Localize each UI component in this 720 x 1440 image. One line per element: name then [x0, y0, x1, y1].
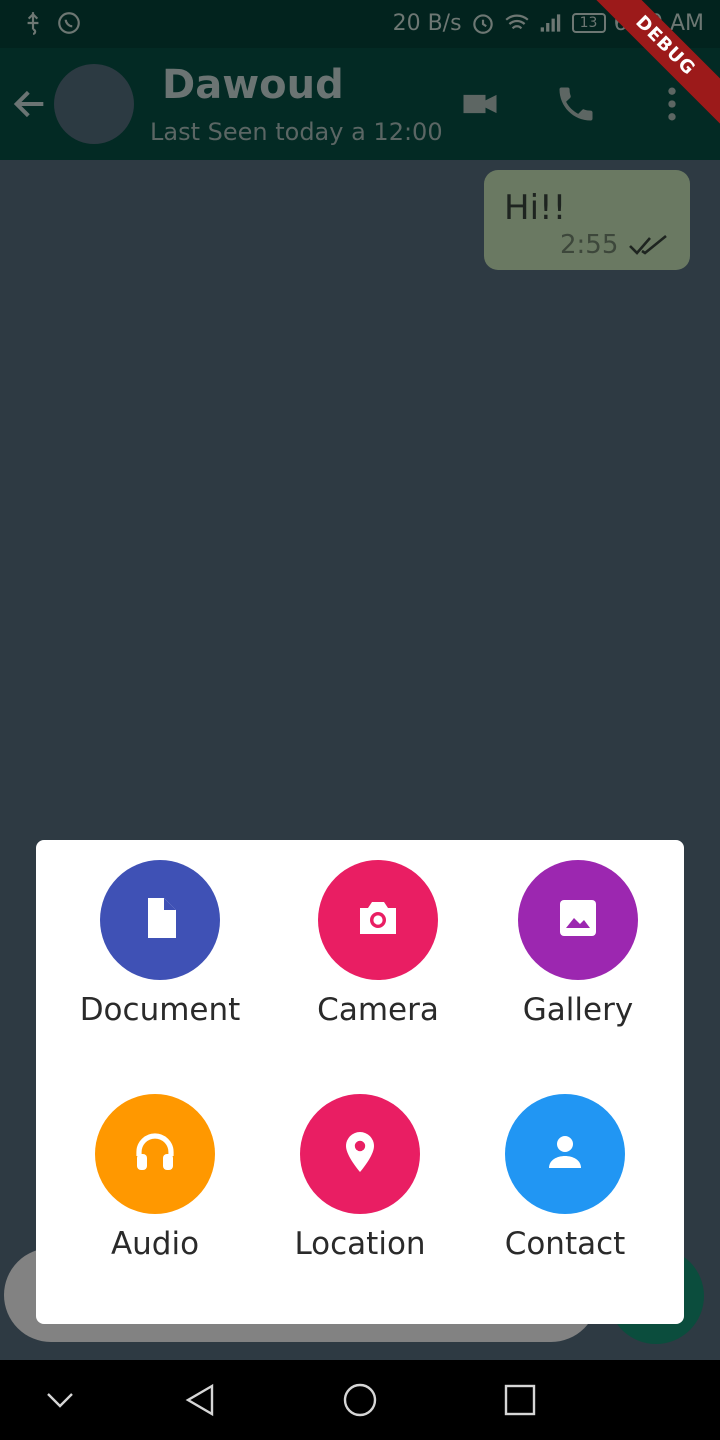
camera-icon	[354, 894, 402, 946]
alarm-icon	[470, 10, 496, 36]
message-time: 2:55	[560, 230, 619, 260]
phone-call-icon[interactable]	[554, 82, 598, 126]
contact-name[interactable]: Dawoud	[162, 62, 344, 108]
recents-square-icon[interactable]	[500, 1380, 540, 1420]
attach-camera-option[interactable]: Camera	[278, 860, 478, 1028]
camera-label: Camera	[317, 992, 439, 1028]
signal-icon	[538, 10, 564, 36]
double-check-icon	[628, 232, 668, 258]
contact-label: Contact	[504, 1226, 626, 1262]
back-arrow-icon[interactable]	[10, 84, 50, 124]
network-speed: 20 B/s	[392, 10, 462, 36]
chat-app-bar: Dawoud Last Seen today a 12:00	[0, 48, 720, 160]
attach-location-option[interactable]: Location	[260, 1094, 460, 1262]
location-circle[interactable]	[300, 1094, 420, 1214]
camera-circle[interactable]	[318, 860, 438, 980]
system-nav-bar	[0, 1360, 720, 1440]
audio-label: Audio	[110, 1226, 200, 1262]
gallery-icon	[554, 894, 602, 946]
gallery-circle[interactable]	[518, 860, 638, 980]
headphones-icon	[131, 1128, 179, 1180]
usb-icon	[20, 10, 46, 36]
audio-circle[interactable]	[95, 1094, 215, 1214]
avatar[interactable]	[54, 64, 134, 144]
attachment-sheet: Document Camera Gallery Audio Location C…	[36, 840, 684, 1324]
whatsapp-icon	[56, 10, 82, 36]
person-icon	[541, 1128, 589, 1180]
back-triangle-icon[interactable]	[180, 1380, 220, 1420]
gallery-label: Gallery	[522, 992, 634, 1028]
document-icon	[136, 894, 184, 946]
battery-indicator: 13	[571, 13, 606, 33]
attach-contact-option[interactable]: Contact	[465, 1094, 665, 1262]
message-bubble[interactable]: Hi!! 2:55	[484, 170, 690, 270]
home-circle-icon[interactable]	[340, 1380, 380, 1420]
location-pin-icon	[336, 1128, 384, 1180]
video-call-icon[interactable]	[458, 82, 502, 126]
last-seen-status: Last Seen today a 12:00	[150, 118, 443, 146]
attach-audio-option[interactable]: Audio	[55, 1094, 255, 1262]
attach-document-option[interactable]: Document	[60, 860, 260, 1028]
document-circle[interactable]	[100, 860, 220, 980]
contact-circle[interactable]	[505, 1094, 625, 1214]
chevron-down-icon[interactable]	[40, 1380, 80, 1420]
wifi-icon	[504, 10, 530, 36]
document-label: Document	[79, 992, 241, 1028]
message-text: Hi!!	[504, 188, 567, 228]
attach-gallery-option[interactable]: Gallery	[478, 860, 678, 1028]
location-label: Location	[294, 1226, 426, 1262]
